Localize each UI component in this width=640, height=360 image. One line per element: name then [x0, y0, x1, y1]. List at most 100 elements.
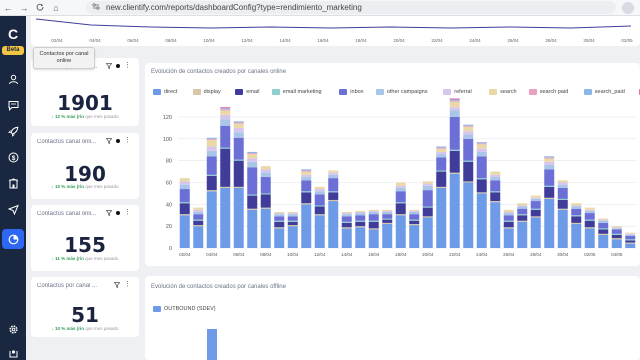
bar-segment [625, 239, 636, 241]
bar-segment [193, 220, 204, 226]
reload-button[interactable] [32, 0, 48, 16]
bar-segment [611, 238, 622, 240]
y-tick-label: 40 [166, 202, 172, 208]
more-options-icon[interactable]: ⋮ [124, 209, 131, 216]
more-options-icon[interactable]: ⋮ [124, 137, 131, 144]
bar-segment [490, 171, 501, 175]
bar-segment [260, 177, 271, 194]
bar-segment [517, 206, 528, 209]
bar-segment [409, 209, 420, 211]
bar-segment [449, 100, 460, 102]
bar-segment [530, 201, 541, 209]
filter-icon[interactable] [106, 63, 112, 69]
bar-segment [449, 99, 460, 101]
bar-segment [611, 226, 622, 228]
bar-segment [287, 221, 298, 226]
stat-change: ↓ 12 % más (rin que mes pasado [51, 114, 119, 119]
sidebar-item-logout[interactable] [6, 346, 20, 360]
bar-segment [314, 206, 325, 215]
legend-item-outbound[interactable]: OUTBOUND (SDEV) [153, 306, 216, 312]
sidebar-item-contacts[interactable] [6, 72, 20, 86]
bar-segment [449, 101, 460, 108]
bar-segment [422, 207, 433, 217]
card-actions: ⋮ [106, 209, 131, 216]
bar-segment [476, 178, 487, 180]
url-text: new.clientify.com/reports/dashboardConfi… [106, 3, 362, 12]
bar-segment [206, 150, 217, 157]
bar-segment [193, 214, 204, 220]
bar-segment [584, 219, 595, 221]
bar-segment [274, 213, 285, 215]
sidebar-item-conversations[interactable] [6, 98, 20, 112]
bar-segment [395, 182, 406, 186]
bar-segment [503, 213, 514, 216]
bar-segment [503, 211, 514, 214]
line-chart-strip-plot [35, 18, 632, 29]
bar-segment [220, 114, 231, 120]
bar-segment [476, 142, 487, 144]
bar-segment [503, 221, 514, 228]
bar-segment [233, 186, 244, 188]
bar-segment [314, 194, 325, 206]
sidebar-item-sales[interactable]: $ [6, 150, 20, 164]
bar-segment [287, 226, 298, 248]
bar-segment [557, 187, 568, 199]
stat-card-online-a[interactable]: Contactos canal onli... ⋮ 190 ↓ 10 % más… [31, 133, 139, 199]
bar-segment [301, 170, 312, 172]
bar-segment [287, 211, 298, 214]
bar-segment [598, 234, 609, 248]
forward-button[interactable]: → [16, 0, 32, 16]
bar-segment [571, 205, 582, 207]
bar-segment [247, 194, 258, 196]
profile-icon[interactable] [622, 2, 634, 14]
sidebar-item-marketing[interactable] [6, 124, 20, 138]
sidebar-item-settings[interactable] [6, 322, 20, 336]
sidebar-item-campaigns[interactable] [6, 202, 20, 216]
sidebar-item-companies[interactable] [6, 176, 20, 190]
home-button[interactable]: ⌂ [48, 0, 64, 16]
bar-segment [571, 216, 582, 223]
bar-segment [503, 215, 514, 221]
bar-segment [544, 169, 555, 186]
bar-segment [463, 126, 474, 132]
bar-segment [206, 137, 217, 139]
bar-segment [557, 180, 568, 183]
bar-segment [328, 192, 339, 200]
y-tick-label: 60 [166, 181, 172, 187]
bar-segment [557, 209, 568, 248]
bar-segment [287, 220, 298, 222]
filter-icon[interactable] [114, 282, 120, 288]
bar-segment [220, 110, 231, 115]
clientify-logo[interactable]: C [5, 26, 21, 42]
more-options-icon[interactable]: ⋮ [124, 62, 131, 69]
x-tick-label: 02/04 [179, 252, 191, 257]
stat-value: 190 [64, 162, 106, 186]
filter-icon[interactable] [106, 210, 112, 216]
x-tick-label: 18/04 [395, 252, 407, 257]
bar-segment [571, 208, 582, 216]
bar-segment [598, 222, 609, 229]
bar-segment [625, 233, 636, 235]
bar-segment [233, 127, 244, 133]
sidebar-item-reports[interactable] [2, 229, 24, 249]
bar-segment [206, 190, 217, 192]
back-button[interactable]: ← [0, 0, 16, 16]
stat-card-offline[interactable]: Contactos por canal ... ⋮ 51 ↓ 10 % más … [31, 277, 139, 337]
stat-card-title: Contactos canal onli... [37, 211, 97, 217]
more-options-icon[interactable]: ⋮ [124, 281, 131, 288]
stat-card-online-b[interactable]: Contactos canal onli... ⋮ 155 ↓ 11 % más… [31, 205, 139, 271]
bar-segment [490, 201, 501, 203]
bar-segment [287, 225, 298, 227]
bar-segment [625, 232, 636, 234]
site-info-icon[interactable] [92, 3, 100, 12]
svg-text:$: $ [11, 154, 15, 161]
bar-segment [220, 119, 231, 126]
x-tick-label: 10/04 [287, 252, 299, 257]
bar-segment [436, 151, 447, 155]
filter-icon[interactable] [106, 138, 112, 144]
strip-tick-label: 02/04 [51, 38, 63, 43]
bar-segment [436, 186, 447, 188]
address-bar[interactable]: new.clientify.com/reports/dashboardConfi… [86, 1, 616, 14]
bar-segment [179, 215, 190, 248]
bar-segment [476, 148, 487, 152]
